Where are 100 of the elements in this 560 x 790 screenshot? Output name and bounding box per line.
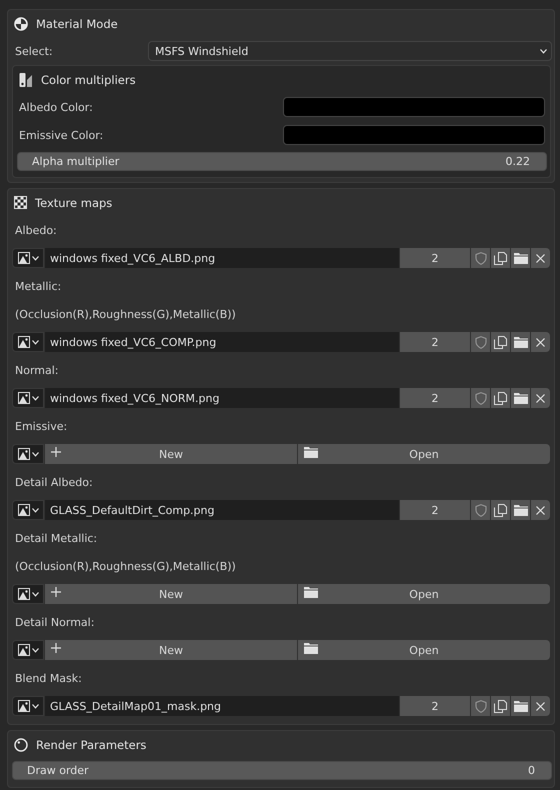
shield-icon [474,700,486,712]
unlink-button[interactable] [531,696,550,716]
users-count-field[interactable]: 2 [400,388,470,408]
folder-icon [514,336,528,348]
open-file-button[interactable] [511,696,530,716]
open-file-button[interactable] [511,332,530,352]
duplicate-button[interactable] [491,696,510,716]
image-icon [18,448,30,460]
image-browse-button[interactable] [12,388,44,408]
folder-icon [514,392,528,404]
close-icon [536,254,545,262]
unlink-button[interactable] [531,500,550,520]
image-browse-button[interactable] [12,696,44,716]
folder-icon [304,447,318,458]
image-icon [18,252,30,264]
duplicate-button[interactable] [491,388,510,408]
fake-user-button[interactable] [471,500,490,520]
field-label: Detail Normal: [15,616,94,628]
open-file-button[interactable] [511,500,530,520]
field-label: Emissive Color: [19,128,104,142]
filename-field[interactable]: GLASS_DefaultDirt_Comp.png [45,500,399,520]
filename-field[interactable]: windows fixed_VC6_COMP.png [45,332,399,352]
fake-user-button[interactable] [471,248,490,268]
fake-user-button[interactable] [471,388,490,408]
field-label: Detail Metallic: [15,532,98,544]
close-icon [536,702,545,710]
image-icon [18,644,30,656]
unlink-button[interactable] [531,332,550,352]
open-image-button[interactable]: Open [298,444,550,464]
users-count-field[interactable]: 2 [400,332,470,352]
users-count-field[interactable]: 2 [400,248,470,268]
material-select-dropdown[interactable]: MSFS Windshield [148,41,552,61]
duplicate-button[interactable] [491,248,510,268]
field-label: (Occlusion(R),Roughness(G),Metallic(B)) [15,560,236,572]
swatch-icon [19,72,33,86]
close-icon [536,338,545,346]
filename-field[interactable]: windows fixed_VC6_ALBD.png [45,248,399,268]
duplicate-button[interactable] [491,332,510,352]
unlink-button[interactable] [531,388,550,408]
shield-icon [474,252,486,264]
color-swatch[interactable] [283,125,545,145]
chevron-icon [32,704,38,708]
image-browse-button[interactable] [12,640,44,660]
field-label: Normal: [15,364,59,376]
field-label: Albedo: [15,224,57,236]
unlink-button[interactable] [531,248,550,268]
panel-title: Color multipliers [41,72,136,86]
new-image-button[interactable]: New [45,584,297,604]
open-image-button[interactable]: Open [298,584,550,604]
draw-order-field[interactable]: Draw order 0 [12,761,552,780]
new-image-button[interactable]: New [45,444,297,464]
folder-icon [304,587,318,598]
image-icon [18,504,30,516]
fake-user-button[interactable] [471,332,490,352]
open-image-button[interactable]: Open [298,640,550,660]
filename-field[interactable]: GLASS_DetailMap01_mask.png [45,696,399,716]
field-label: (Occlusion(R),Roughness(G),Metallic(B)) [15,308,236,320]
shield-icon [474,504,486,516]
image-browse-button[interactable] [12,584,44,604]
users-count-field[interactable]: 2 [400,500,470,520]
checkerboard-icon [14,196,27,209]
shield-icon [474,392,486,404]
field-label: Select: [15,44,53,58]
image-browse-button[interactable] [12,332,44,352]
image-icon [18,336,30,348]
duplicate-button[interactable] [491,500,510,520]
panel-title: Texture maps [35,196,112,210]
image-browse-button[interactable] [12,500,44,520]
copy-icon [494,336,507,348]
image-browse-button[interactable] [12,444,44,464]
chevron-icon [32,256,38,260]
shield-icon [474,336,486,348]
field-label: Blend Mask: [15,672,82,684]
close-icon [536,394,545,402]
plus-icon [51,447,61,457]
copy-icon [494,392,507,404]
field-label: Albedo Color: [19,100,93,114]
image-browse-button[interactable] [12,248,44,268]
close-icon [536,506,545,514]
panel-title: Render Parameters [36,738,146,752]
users-count-field[interactable]: 2 [400,696,470,716]
new-image-button[interactable]: New [45,640,297,660]
plus-icon [51,643,61,653]
open-file-button[interactable] [511,388,530,408]
panel-title: Material Mode [36,16,118,30]
filename-field[interactable]: windows fixed_VC6_NORM.png [45,388,399,408]
fake-user-button[interactable] [471,696,490,716]
copy-icon [494,700,507,712]
chevron-icon [32,452,38,456]
copy-icon [494,252,507,264]
sphere-icon [14,738,28,752]
field-label: Detail Albedo: [15,476,93,488]
chevron-icon [540,48,547,54]
chevron-icon [32,340,38,344]
open-file-button[interactable] [511,248,530,268]
color-swatch[interactable] [283,97,545,117]
plus-icon [51,587,61,597]
folder-icon [304,643,318,654]
image-icon [18,392,30,404]
folder-icon [514,504,528,516]
